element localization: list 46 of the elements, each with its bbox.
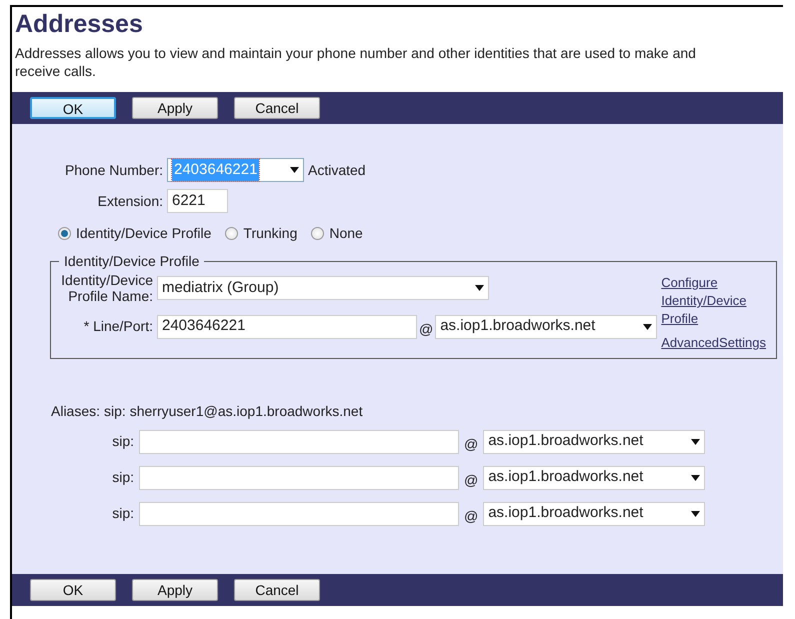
aliases-label: Aliases: (51, 402, 100, 421)
field-label: Phone Number: (64, 160, 163, 180)
ok-button[interactable]: OK (30, 579, 116, 601)
sip-field[interactable] (139, 466, 459, 490)
cancel-button[interactable]: Cancel (234, 579, 320, 601)
radio-label: Trunking (243, 224, 298, 243)
domain-dropdown[interactable]: as.iop1.broadworks.net (483, 466, 706, 490)
caret-icon (643, 324, 652, 330)
at-sign: @ (464, 471, 478, 490)
field-label: sip: (111, 468, 134, 487)
field-label: Extension: (96, 192, 163, 210)
radio-button[interactable] (225, 227, 238, 240)
at-sign: @ (464, 507, 478, 526)
at-sign: @ (419, 320, 434, 339)
apply-button[interactable]: Apply (132, 579, 218, 601)
advanced-settings-link[interactable]: AdvancedSettings (661, 334, 766, 352)
radio-label: None (329, 224, 363, 243)
extension-field[interactable]: 6221 (167, 189, 228, 213)
caret-icon (691, 474, 700, 480)
at-sign: @ (464, 435, 478, 454)
caret-icon (691, 438, 700, 444)
caret-icon (691, 510, 700, 516)
status-text: Activated (308, 160, 366, 180)
page-title: Addresses (15, 9, 144, 39)
cancel-button[interactable]: Cancel (234, 97, 320, 119)
line-port-field[interactable]: 2403646221 (157, 314, 417, 338)
apply-button[interactable]: Apply (132, 97, 218, 119)
page-description: Addresses allows you to view and maintain your phone number and other identities that are used to make and receive calls. (15, 44, 697, 80)
field-label: sip: (111, 504, 134, 523)
primary-alias: sip: sherryuser1@as.iop1.broadworks.net (104, 402, 363, 421)
domain-dropdown[interactable]: as.iop1.broadworks.net (483, 430, 706, 454)
caret-icon (290, 167, 299, 173)
domain-dropdown[interactable]: as.iop1.broadworks.net (435, 314, 658, 338)
caret-icon (475, 285, 484, 291)
profile-name-dropdown[interactable]: mediatrix (Group) (157, 276, 489, 300)
configure-link[interactable]: Configure Identity/Device Profile (661, 274, 762, 328)
field-label: * Line/Port: (82, 317, 153, 336)
radio-label: Identity/Device Profile (76, 224, 212, 243)
ok-button[interactable]: OK (30, 97, 116, 119)
radio-button[interactable] (58, 227, 71, 240)
radio-button[interactable] (311, 227, 324, 240)
sip-field[interactable] (139, 430, 459, 454)
sip-field[interactable] (139, 502, 459, 526)
domain-dropdown[interactable]: as.iop1.broadworks.net (483, 502, 706, 526)
field-label: Identity/Device Profile Name: (60, 272, 153, 304)
field-label: sip: (111, 432, 134, 451)
